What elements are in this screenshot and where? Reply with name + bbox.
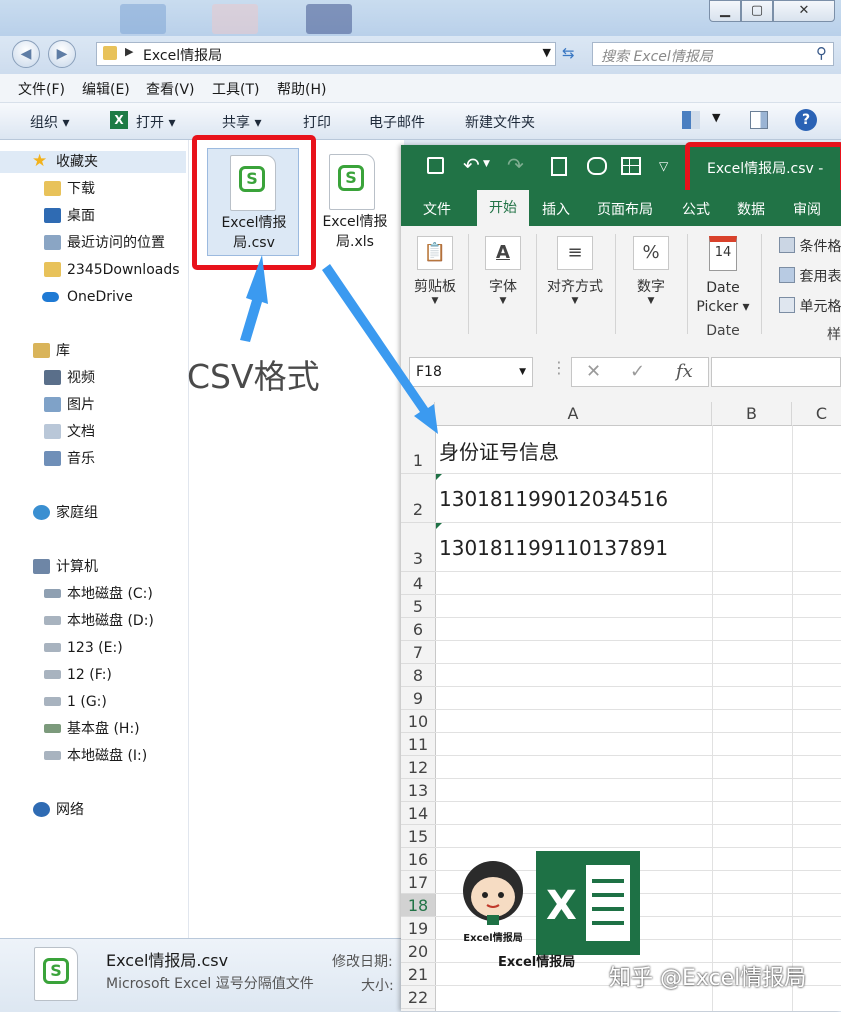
arrow-down-icon — [322, 264, 438, 434]
arrow-up-icon — [240, 255, 268, 342]
annotation-arrows — [240, 255, 438, 434]
